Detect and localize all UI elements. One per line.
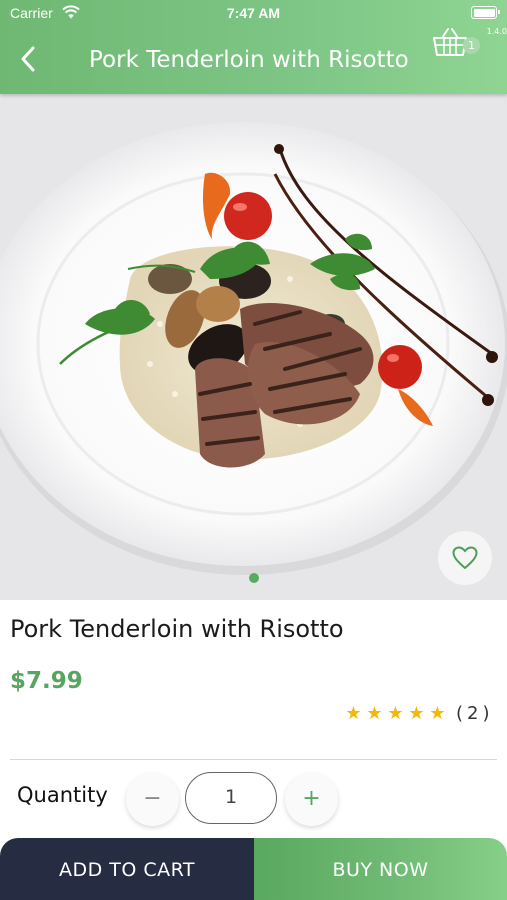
heart-outline-icon (452, 546, 478, 569)
gallery-page-indicator[interactable] (249, 573, 259, 583)
product-price: $7.99 (10, 668, 83, 694)
status-bar: Carrier 7:47 AM 1.4.0 (0, 0, 507, 36)
star-icon: ★ (429, 702, 446, 724)
star-icon: ★ (366, 702, 383, 724)
battery-icon (471, 6, 500, 19)
star-icon: ★ (345, 702, 362, 724)
status-time: 7:47 AM (226, 5, 281, 21)
product-name: Pork Tenderloin with Risotto (10, 615, 344, 643)
product-rating: ★ ★ ★ ★ ★ (2) (343, 700, 494, 726)
add-to-cart-button[interactable]: ADD TO CART (0, 838, 254, 900)
divider (10, 759, 497, 760)
back-button[interactable] (14, 44, 44, 74)
quantity-label: Quantity (17, 783, 108, 807)
page-title: Pork Tenderloin with Risotto (89, 47, 409, 73)
quantity-input[interactable]: 1 (185, 772, 277, 824)
decrease-quantity-button[interactable]: − (126, 773, 179, 826)
star-icon: ★ (387, 702, 404, 724)
buy-now-button[interactable]: BUY NOW (254, 838, 507, 900)
cart-count-badge: 1 (463, 37, 480, 54)
product-image (0, 94, 507, 600)
app-header: Carrier 7:47 AM 1.4.0 Pork Tenderloin wi… (0, 0, 507, 94)
rating-count: (2) (456, 702, 494, 724)
version-label: 1.4.0 (486, 27, 507, 36)
increase-quantity-button[interactable]: + (285, 773, 338, 826)
food-photo (0, 94, 507, 600)
star-icon: ★ (408, 702, 425, 724)
favorite-button[interactable] (438, 531, 492, 585)
